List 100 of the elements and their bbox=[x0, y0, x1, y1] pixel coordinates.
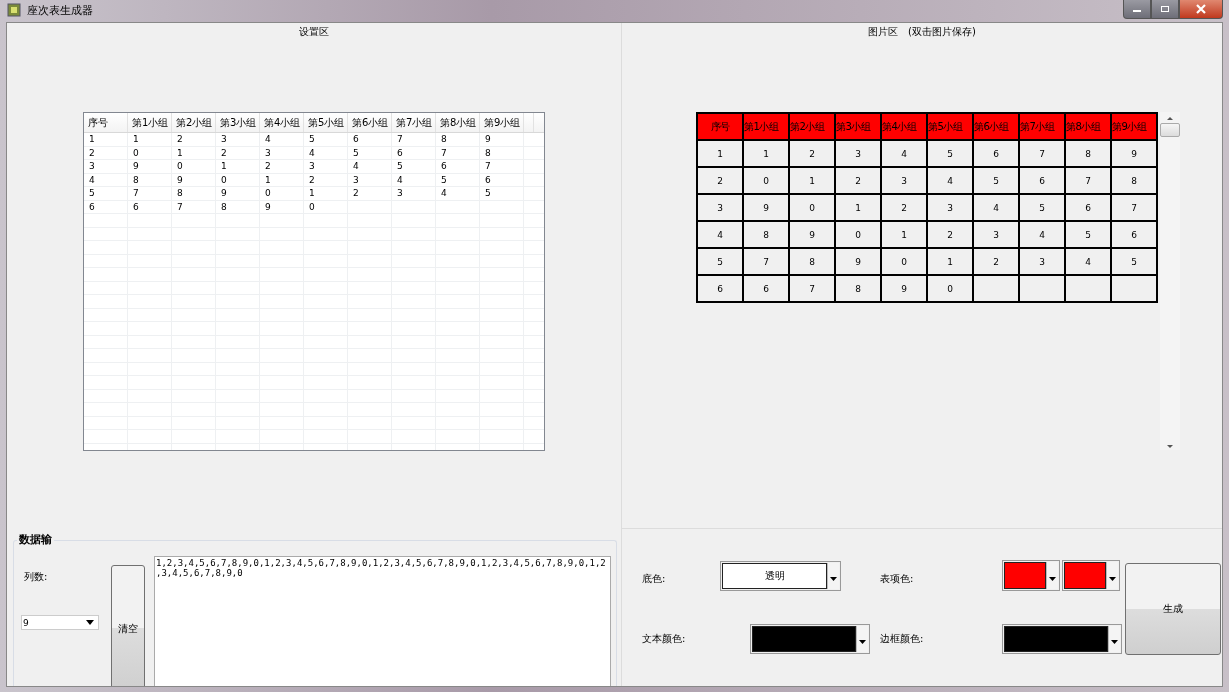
table-cell: 0 bbox=[927, 275, 973, 302]
table-cell: 4 bbox=[881, 140, 927, 167]
dropdown-arrow-icon bbox=[1049, 576, 1056, 581]
grid-cell: 6 bbox=[348, 133, 392, 146]
grid-cell: 6 bbox=[84, 200, 128, 213]
grid-cell: 4 bbox=[392, 173, 436, 186]
minimize-button[interactable] bbox=[1123, 0, 1151, 19]
table-header-cell: 第8小组 bbox=[1065, 113, 1111, 140]
grid-cell: 2 bbox=[348, 187, 392, 200]
table-cell: 2 bbox=[835, 167, 881, 194]
table-cell: 9 bbox=[743, 194, 789, 221]
table-cell: 6 bbox=[1019, 167, 1065, 194]
table-cell: 7 bbox=[1019, 140, 1065, 167]
app-icon bbox=[7, 3, 21, 17]
dropdown-arrow-icon bbox=[830, 576, 837, 581]
column-count-dropdown[interactable]: 9 bbox=[21, 615, 99, 630]
table-cell: 4 bbox=[927, 167, 973, 194]
table-cell: 1 bbox=[881, 221, 927, 248]
grid-cell: 1 bbox=[172, 146, 216, 159]
table-cell: 3 bbox=[973, 221, 1019, 248]
column-header[interactable]: 第2小组 bbox=[172, 113, 216, 132]
grid-cell: 4 bbox=[348, 160, 392, 173]
column-header[interactable]: 第6小组 bbox=[348, 113, 392, 132]
table-cell: 2 bbox=[697, 167, 743, 194]
table-cell: 6 bbox=[743, 275, 789, 302]
grid-cell: 2 bbox=[304, 173, 348, 186]
grid-cell: 8 bbox=[128, 173, 172, 186]
grid-cell: 5 bbox=[84, 187, 128, 200]
grid-cell: 0 bbox=[128, 146, 172, 159]
grid-cell: 5 bbox=[392, 160, 436, 173]
table-cell: 5 bbox=[973, 167, 1019, 194]
table-cell: 1 bbox=[743, 140, 789, 167]
grid-cell: 1 bbox=[260, 173, 304, 186]
table-cell: 5 bbox=[1065, 221, 1111, 248]
scroll-down-arrow-icon[interactable] bbox=[1166, 444, 1174, 450]
table-header-cell: 第3小组 bbox=[835, 113, 881, 140]
table-cell: 7 bbox=[743, 248, 789, 275]
group-title: 数据输 bbox=[17, 532, 54, 547]
seat-table-image[interactable]: 序号 第1小组 第2小组 第3小组 第4小组 第5小组 第6小组 第7小组 第8小组 第9小组 1 1 2 3 4 5 6 7 8 9 2 0 1 2 3 4 5 6 7 8 3 9 0 1 2 3 4 5 6 7 4 8 9 0 1 2 3 4 5 6 5 7 8 9 0 1 2 3 4 5 6 6 7 8 9 0 bbox=[696, 112, 1158, 303]
header-color-dropdown[interactable] bbox=[1002, 559, 1060, 591]
column-header[interactable]: 第3小组 bbox=[216, 113, 260, 132]
data-input-field[interactable]: 1,2,3,4,5,6,7,8,9,0,1,2,3,4,5,6,7,8,9,0,1,2,3,4,5,6,7,8,9,0,1,2,3,4,5,6,7,8,9,0,1,2,3,4,5,6,7,8,9,0 bbox=[154, 556, 611, 686]
table-cell: 1 bbox=[697, 140, 743, 167]
table-cell: 4 bbox=[1065, 248, 1111, 275]
grid-cell: 1 bbox=[216, 160, 260, 173]
generate-button[interactable]: 生成 bbox=[1125, 563, 1221, 655]
grid-cell: 0 bbox=[260, 187, 304, 200]
close-icon bbox=[1195, 4, 1207, 14]
grid-cell: 6 bbox=[128, 200, 172, 213]
grid-cell: 9 bbox=[260, 200, 304, 213]
table-cell: 3 bbox=[881, 167, 927, 194]
dropdown-arrow-icon bbox=[859, 640, 866, 644]
table-header-cell: 第6小组 bbox=[973, 113, 1019, 140]
grid-cell: 5 bbox=[436, 173, 480, 186]
background-color-dropdown[interactable]: 透明 bbox=[720, 560, 841, 591]
column-header[interactable]: 序号 bbox=[84, 113, 128, 132]
background-color-label: 底色: bbox=[642, 572, 667, 586]
table-cell: 8 bbox=[1065, 140, 1111, 167]
column-header[interactable]: 第8小组 bbox=[436, 113, 480, 132]
clear-button[interactable]: 清空 bbox=[111, 565, 145, 686]
grid-cell: 4 bbox=[84, 173, 128, 186]
grid-cell: 9 bbox=[480, 133, 524, 146]
grid-cell: 3 bbox=[84, 160, 128, 173]
text-color-dropdown[interactable] bbox=[750, 624, 870, 654]
table-cell: 2 bbox=[927, 221, 973, 248]
column-header[interactable]: 第1小组 bbox=[128, 113, 172, 132]
border-color-dropdown[interactable] bbox=[1002, 624, 1122, 654]
table-cell: 5 bbox=[697, 248, 743, 275]
column-header[interactable]: 第7小组 bbox=[392, 113, 436, 132]
table-cell: 4 bbox=[697, 221, 743, 248]
table-cell: 4 bbox=[1019, 221, 1065, 248]
column-count-label: 列数: bbox=[24, 570, 49, 584]
table-cell: 6 bbox=[1111, 221, 1157, 248]
maximize-button[interactable] bbox=[1151, 0, 1179, 19]
grid-cell: 8 bbox=[216, 200, 260, 213]
grid-cell: 1 bbox=[128, 133, 172, 146]
grid-cell: 9 bbox=[128, 160, 172, 173]
header-color-dropdown[interactable] bbox=[1062, 559, 1120, 591]
grid-cell: 3 bbox=[392, 187, 436, 200]
table-cell: 3 bbox=[835, 140, 881, 167]
vertical-scrollbar[interactable] bbox=[1160, 112, 1180, 450]
close-button[interactable] bbox=[1179, 0, 1223, 19]
scrollbar-thumb[interactable] bbox=[1160, 123, 1180, 137]
scroll-up-arrow-icon[interactable] bbox=[1166, 115, 1174, 121]
grid-cell: 8 bbox=[172, 187, 216, 200]
border-color-label: 边框颜色: bbox=[880, 632, 925, 646]
table-header-cell: 序号 bbox=[697, 113, 743, 140]
table-cell: 1 bbox=[835, 194, 881, 221]
table-cell: 9 bbox=[1111, 140, 1157, 167]
column-header[interactable]: 第4小组 bbox=[260, 113, 304, 132]
table-cell: 2 bbox=[789, 140, 835, 167]
grid-cell: 2 bbox=[216, 146, 260, 159]
column-header[interactable]: 第9小组 bbox=[480, 113, 524, 132]
grid-cell: 0 bbox=[216, 173, 260, 186]
grid-cell: 3 bbox=[348, 173, 392, 186]
column-header[interactable]: 第5小组 bbox=[304, 113, 348, 132]
grid-cell: 3 bbox=[260, 146, 304, 159]
table-cell: 8 bbox=[1111, 167, 1157, 194]
grid-cell: 9 bbox=[216, 187, 260, 200]
table-cell: 8 bbox=[789, 248, 835, 275]
